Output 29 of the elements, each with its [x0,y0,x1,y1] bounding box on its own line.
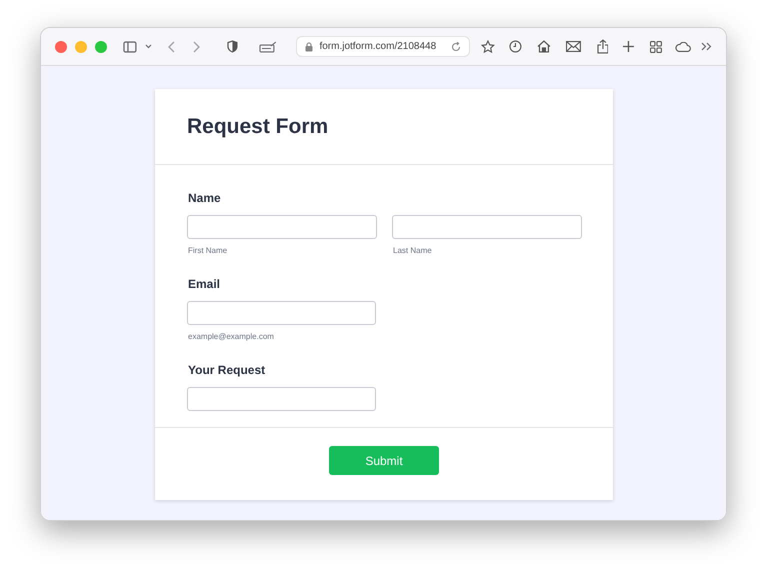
field-sublabel: First Name [187,245,228,257]
text-field[interactable] [187,387,376,411]
chevrons-right-icon[interactable] [701,42,712,51]
address-bar[interactable]: form.jotform.com/2108448 [296,36,470,57]
cloud-icon[interactable] [675,42,692,52]
field-sublabel: Last Name [392,245,433,257]
reload-icon[interactable] [451,42,462,52]
text-field[interactable] [392,215,582,239]
plus-icon[interactable] [623,41,634,52]
home-icon[interactable] [536,40,551,53]
lock-icon [305,42,314,52]
tab-grid-icon[interactable] [650,40,662,52]
text-field[interactable] [187,301,376,325]
field-label: Your Request [187,362,266,379]
star-icon[interactable] [481,40,495,54]
url-text: form.jotform.com/2108448 [319,40,438,54]
field-sublabel: example@example.com [187,331,275,343]
close-icon[interactable] [55,40,67,52]
chevron-down-icon[interactable] [144,44,152,49]
text-field[interactable] [187,215,377,239]
field-label: Email [187,276,222,293]
form-title: Request Form [187,114,328,140]
keyboard-pen-icon[interactable] [258,40,276,52]
field-label: Name [187,190,222,207]
share-icon[interactable] [596,39,608,54]
clock-icon[interactable] [508,40,522,53]
sidebar-icon[interactable] [123,40,137,52]
shield-icon[interactable] [226,40,238,53]
mail-icon[interactable] [566,41,581,52]
